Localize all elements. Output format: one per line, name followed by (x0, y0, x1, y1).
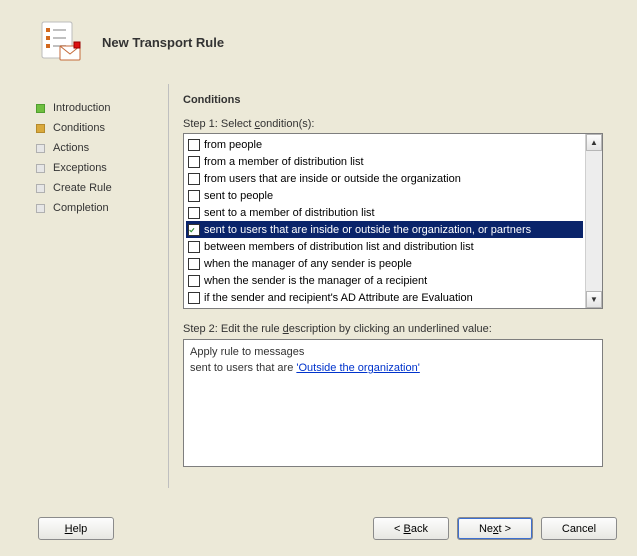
condition-checkbox[interactable] (188, 207, 200, 219)
cancel-button[interactable]: Cancel (541, 517, 617, 540)
step-status-icon (36, 144, 45, 153)
step-actions[interactable]: Actions (30, 138, 168, 158)
wizard-steps-sidebar: Introduction Conditions Actions Exceptio… (30, 84, 168, 488)
scroll-up-button[interactable]: ▲ (586, 134, 602, 151)
vertical-scrollbar[interactable]: ▲ ▼ (585, 134, 602, 308)
condition-checkbox[interactable] (188, 241, 200, 253)
condition-checkbox[interactable] (188, 156, 200, 168)
rule-description-box[interactable]: Apply rule to messages sent to users tha… (183, 339, 603, 467)
step-label: Conditions (53, 122, 105, 134)
step-status-icon (36, 204, 45, 213)
step1-label: Step 1: Select condition(s): (183, 118, 613, 130)
condition-checkbox[interactable] (188, 139, 200, 151)
condition-label: between members of distribution list and… (200, 241, 583, 253)
step-label: Completion (53, 202, 109, 214)
condition-row[interactable]: from a member of distribution list (186, 153, 583, 170)
scope-link[interactable]: 'Outside the organization' (296, 362, 419, 374)
step-status-icon (36, 184, 45, 193)
wizard-title: New Transport Rule (102, 35, 224, 50)
condition-checkbox[interactable] (188, 275, 200, 287)
condition-label: from people (200, 139, 583, 151)
condition-row[interactable]: sent to people (186, 187, 583, 204)
condition-row[interactable]: sent to users that are inside or outside… (186, 221, 583, 238)
condition-label: sent to people (200, 190, 583, 202)
condition-label: sent to users that are inside or outside… (200, 224, 583, 236)
step-label: Create Rule (53, 182, 112, 194)
description-line: sent to users that are 'Outside the orga… (190, 360, 596, 376)
condition-checkbox[interactable] (188, 224, 200, 236)
condition-row[interactable]: when the manager of any sender is people (186, 255, 583, 272)
condition-checkbox[interactable] (188, 258, 200, 270)
description-line: Apply rule to messages (190, 344, 596, 360)
wizard-icon (36, 18, 84, 66)
condition-row[interactable]: if the sender and recipient's AD Attribu… (186, 289, 583, 306)
condition-row[interactable]: sent to a member of distribution list (186, 204, 583, 221)
condition-label: sent to a member of distribution list (200, 207, 583, 219)
condition-checkbox[interactable] (188, 190, 200, 202)
condition-checkbox[interactable] (188, 292, 200, 304)
conditions-listbox[interactable]: from people from a member of distribution… (183, 133, 603, 309)
step-status-icon (36, 104, 45, 113)
back-button[interactable]: < Back (373, 517, 449, 540)
button-bar: Help < Back Next > Cancel (0, 505, 637, 556)
section-title: Conditions (183, 94, 613, 106)
scroll-track[interactable] (586, 151, 602, 291)
step-label: Introduction (53, 102, 110, 114)
step-introduction[interactable]: Introduction (30, 98, 168, 118)
help-button[interactable]: Help (38, 517, 114, 540)
condition-checkbox[interactable] (188, 173, 200, 185)
condition-row[interactable]: from users that are inside or outside th… (186, 170, 583, 187)
condition-label: if the sender and recipient's AD Attribu… (200, 292, 583, 304)
condition-row[interactable]: when the sender is the manager of a reci… (186, 272, 583, 289)
condition-label: when the sender is the manager of a reci… (200, 275, 583, 287)
step-label: Exceptions (53, 162, 107, 174)
condition-row[interactable]: from people (186, 136, 583, 153)
step-exceptions[interactable]: Exceptions (30, 158, 168, 178)
step-status-icon (36, 124, 45, 133)
condition-label: when the manager of any sender is people (200, 258, 583, 270)
scroll-down-button[interactable]: ▼ (586, 291, 602, 308)
next-button[interactable]: Next > (457, 517, 533, 540)
step-label: Actions (53, 142, 89, 154)
step-status-icon (36, 164, 45, 173)
step2-label: Step 2: Edit the rule description by cli… (183, 323, 613, 335)
condition-row[interactable]: between members of distribution list and… (186, 238, 583, 255)
step-conditions[interactable]: Conditions (30, 118, 168, 138)
step-create-rule[interactable]: Create Rule (30, 178, 168, 198)
step-completion[interactable]: Completion (30, 198, 168, 218)
condition-label: from a member of distribution list (200, 156, 583, 168)
condition-label: from users that are inside or outside th… (200, 173, 583, 185)
